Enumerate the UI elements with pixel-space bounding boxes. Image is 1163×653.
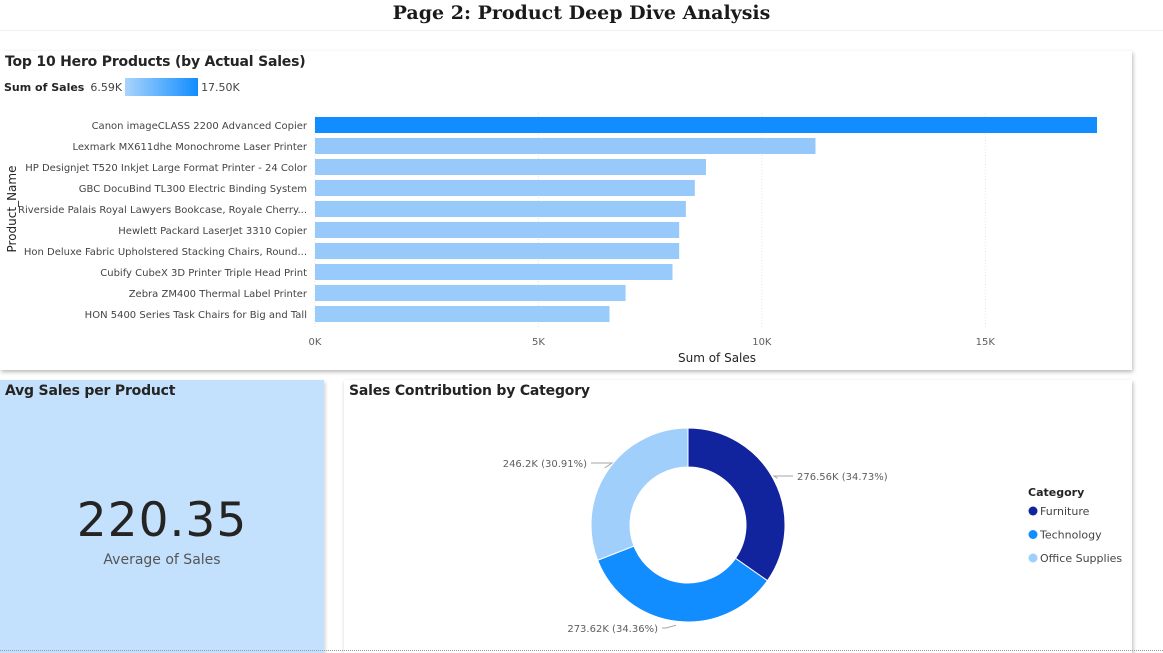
legend-swatch <box>1028 530 1038 539</box>
bar[interactable] <box>315 285 626 301</box>
donut-chart: 276.56K (34.73%) 273.62K (34.36%) 246.2K (… <box>503 427 1122 635</box>
title-divider <box>0 30 1163 31</box>
bar[interactable] <box>315 117 1097 133</box>
donut-chart-card[interactable]: Sales Contribution by Category 276.56K (… <box>344 380 1132 653</box>
data-label-leader <box>772 475 793 479</box>
x-tick-label: 0K <box>309 337 322 348</box>
legend-swatch <box>1028 506 1038 516</box>
bar[interactable] <box>315 180 695 196</box>
page-title: Page 2: Product Deep Dive Analysis <box>392 2 771 24</box>
bar-chart-card[interactable]: Top 10 Hero Products (by Actual Sales) S… <box>0 51 1132 370</box>
y-category-label: Cubify CubeX 3D Printer Triple Head Prin… <box>100 268 307 279</box>
y-category-label: Hon Deluxe Fabric Upholstered Stacking C… <box>24 247 307 258</box>
y-category-label: GBC DocuBind TL300 Electric Binding Syst… <box>79 184 307 195</box>
data-label: 273.62K (34.36%) <box>567 624 658 635</box>
page-bottom-border <box>0 650 1163 651</box>
legend-swatch <box>1028 553 1038 563</box>
x-axis-title: Sum of Sales <box>678 351 756 365</box>
kpi-card[interactable]: Avg Sales per Product 220.35 Average of … <box>0 380 324 653</box>
y-category-label: Riverside Palais Royal Lawyers Bookcase,… <box>18 205 307 216</box>
kpi-label: Average of Sales <box>103 552 221 568</box>
y-category-label: Lexmark MX611dhe Monochrome Laser Printe… <box>72 142 307 153</box>
bar[interactable] <box>315 222 680 238</box>
x-tick-label: 10K <box>752 337 772 348</box>
x-tick-label: 5K <box>532 337 545 348</box>
donut-slice[interactable] <box>687 427 786 582</box>
bar[interactable] <box>315 138 816 154</box>
bar[interactable] <box>315 306 610 322</box>
y-category-label: Canon imageCLASS 2200 Advanced Copier <box>92 121 308 132</box>
legend-label[interactable]: Office Supplies <box>1040 552 1122 565</box>
bar-chart: 0K 5K 10K 15K Canon imageCLASS 2200 Advanced… <box>5 113 1097 365</box>
y-category-label: Zebra ZM400 Thermal Label Printer <box>129 289 308 300</box>
legend-label[interactable]: Furniture <box>1040 505 1090 518</box>
y-category-label: HON 5400 Series Task Chairs for Big and … <box>85 310 307 321</box>
bar[interactable] <box>315 243 680 259</box>
data-label-leader <box>662 624 677 629</box>
bar[interactable] <box>315 201 686 217</box>
bar[interactable] <box>315 159 706 175</box>
legend-title: Category <box>1028 486 1084 499</box>
data-label-leader <box>591 462 614 469</box>
x-tick-label: 15K <box>976 337 996 348</box>
donut-slice[interactable] <box>590 427 689 561</box>
bar[interactable] <box>315 264 673 280</box>
y-category-label: HP Designjet T520 Inkjet Large Format Pr… <box>25 163 308 174</box>
y-axis-title: Product_Name <box>5 166 19 253</box>
kpi-value: 220.35 <box>76 493 248 548</box>
legend-label[interactable]: Technology <box>1039 529 1102 542</box>
y-category-label: Hewlett Packard LaserJet 3310 Copier <box>118 226 308 237</box>
kpi-title: Avg Sales per Product <box>5 383 176 399</box>
data-label: 246.2K (30.91%) <box>503 459 587 470</box>
data-label: 276.56K (34.73%) <box>797 472 888 483</box>
